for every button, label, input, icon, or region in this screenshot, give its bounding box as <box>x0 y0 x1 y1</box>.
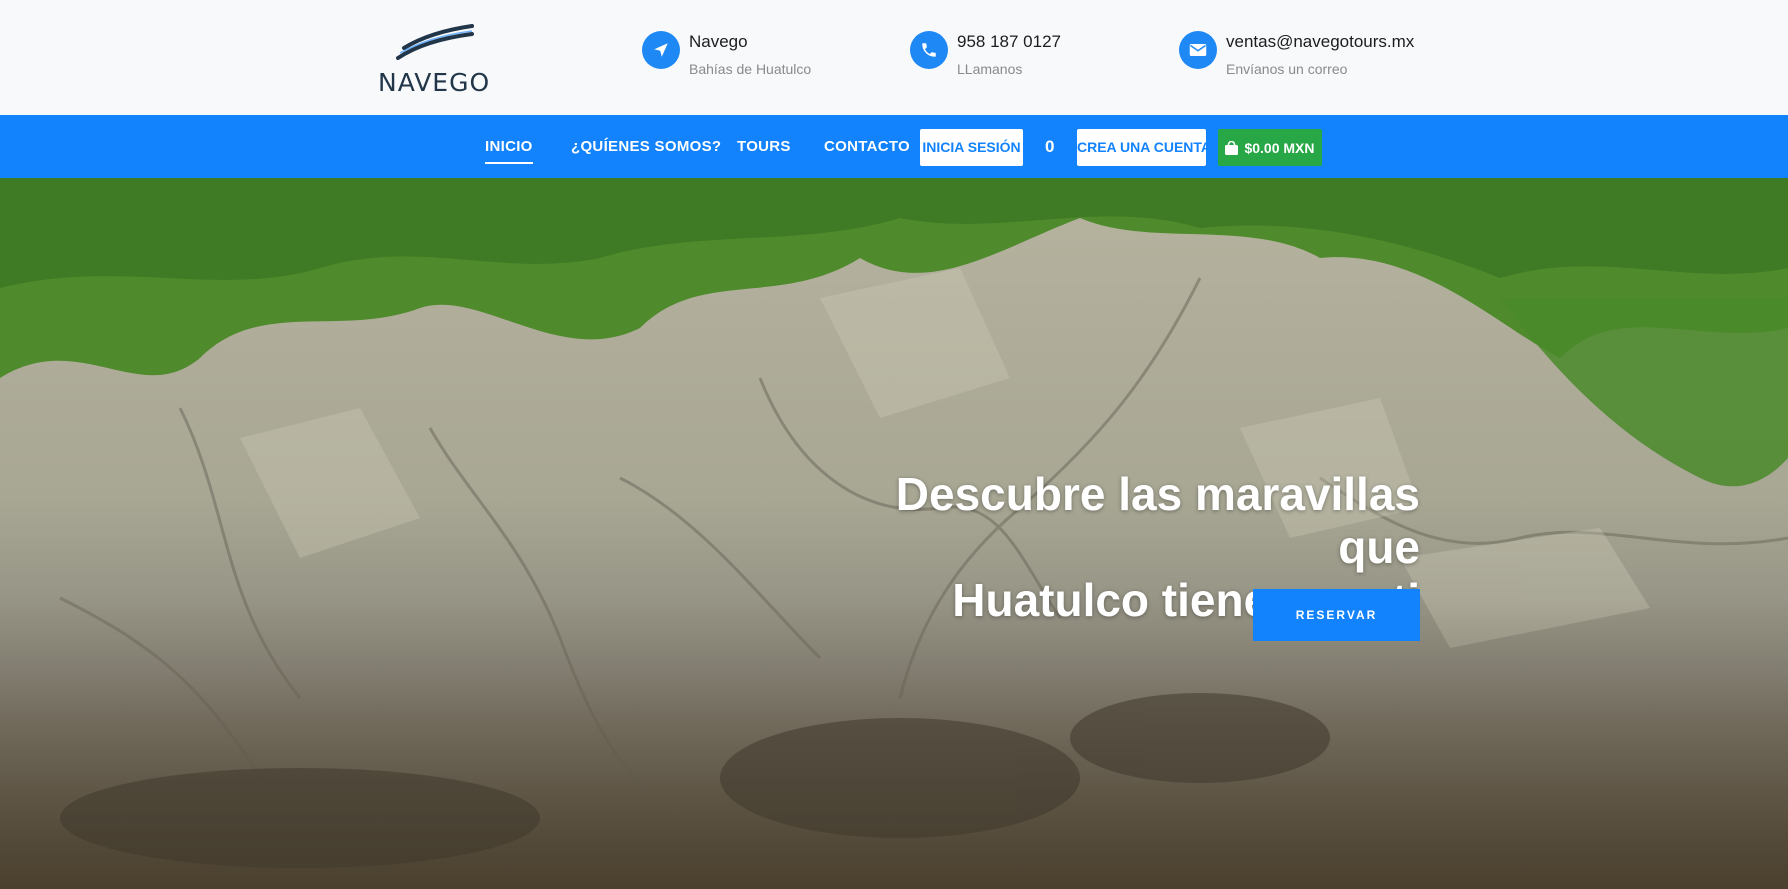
hero-section: Descubre las maravillas que Huatulco tie… <box>0 178 1788 889</box>
location-subtitle: Bahías de Huatulco <box>689 61 812 77</box>
phone-number[interactable]: 958 187 0127 <box>957 32 1061 52</box>
navigation-arrow-icon <box>642 31 680 69</box>
cart-total: $0.00 MXN <box>1244 139 1315 156</box>
email-address[interactable]: ventas@navegotours.mx <box>1226 32 1414 52</box>
email-subtitle: Envíanos un correo <box>1226 61 1348 77</box>
navego-logo[interactable]: NAVEGO <box>378 24 491 97</box>
brand-name: NAVEGO <box>378 68 491 97</box>
cart-button[interactable]: $0.00 MXN <box>1218 129 1322 166</box>
top-header: NAVEGO Navego Bahías de Huatulco 958 187… <box>0 0 1788 115</box>
nav-inicio[interactable]: INICIO <box>485 115 533 178</box>
cart-count: 0 <box>1045 137 1055 156</box>
nav-contacto[interactable]: CONTACTO <box>824 115 910 178</box>
login-button[interactable]: INICIA SESIÓN <box>920 129 1023 166</box>
location-title: Navego <box>689 32 748 51</box>
reserve-button[interactable]: RESERVAR <box>1253 589 1420 641</box>
shopping-bag-icon <box>1225 140 1239 155</box>
main-nav: INICIO ¿QUÍENES SOMOS? TOURS CONTACTO IN… <box>0 115 1788 178</box>
nav-quienes-somos[interactable]: ¿QUÍENES SOMOS? <box>571 115 721 178</box>
logo-waves-icon <box>396 24 474 60</box>
hero-title-line1: Descubre las maravillas que <box>895 468 1420 573</box>
create-account-button[interactable]: CREA UNA CUENTA <box>1077 129 1211 166</box>
phone-icon <box>910 31 948 69</box>
nav-tours[interactable]: TOURS <box>737 115 791 178</box>
phone-subtitle: LLamanos <box>957 61 1023 77</box>
envelope-icon <box>1179 31 1217 69</box>
